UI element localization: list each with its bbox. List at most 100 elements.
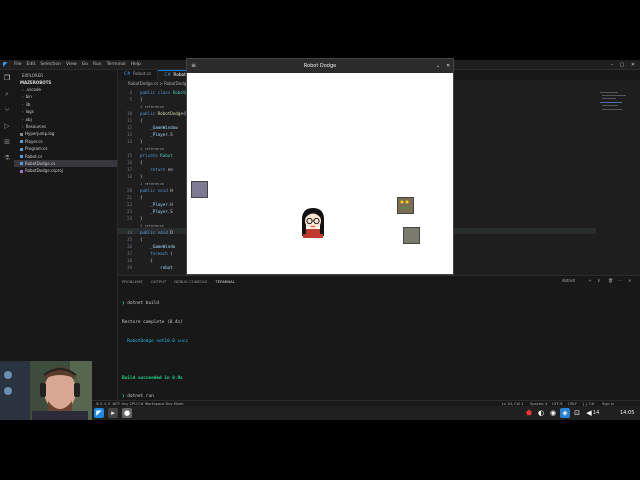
testing-icon[interactable]: ⚗ xyxy=(3,154,11,162)
codelens-reference[interactable]: 1 reference xyxy=(140,224,164,228)
code-token: { xyxy=(140,118,143,123)
breadcrumb[interactable]: RobotDodge.cs > RobotDodge xyxy=(118,80,189,88)
menu-file[interactable]: File xyxy=(14,62,22,67)
code-token: { xyxy=(140,258,153,263)
streamer-webcam-image xyxy=(0,361,92,420)
clock[interactable]: 14:05 xyxy=(620,406,634,420)
add-terminal-icon[interactable]: ＋ xyxy=(588,278,592,284)
tab-problems[interactable]: PROBLEMS xyxy=(122,279,143,284)
game-collapse-icon[interactable]: ⌄ xyxy=(436,59,440,73)
menu-selection[interactable]: Selection xyxy=(40,62,61,67)
search-icon[interactable]: ⌕ xyxy=(3,90,11,98)
game-close-icon[interactable]: ✕ xyxy=(446,59,450,73)
file-label: Program.cs xyxy=(25,146,48,152)
minimap-line xyxy=(600,92,618,93)
maximize-icon[interactable]: ▢ xyxy=(617,61,627,69)
minimap[interactable] xyxy=(596,88,640,275)
codelens-reference[interactable]: 1 reference xyxy=(140,105,164,109)
webcam-overlay xyxy=(0,361,92,420)
minimize-icon[interactable]: – xyxy=(607,61,617,69)
line-number: 18 xyxy=(126,174,132,179)
app-taskbar-icon[interactable]: ● xyxy=(122,408,132,418)
code-token: } xyxy=(140,139,143,144)
csproj-file-icon xyxy=(20,169,23,173)
tray-icon[interactable]: ◈ xyxy=(560,408,570,418)
code-token: .S xyxy=(167,209,173,214)
tab-robot[interactable]: C# Robot.cs xyxy=(118,70,159,80)
volume-level: 14 xyxy=(593,410,600,416)
tree-file[interactable]: Program.cs xyxy=(14,145,117,152)
file-icon xyxy=(20,132,23,136)
code-line: 35 { xyxy=(118,237,143,243)
tab-terminal[interactable]: TERMINAL xyxy=(215,279,234,284)
menu-view[interactable]: View xyxy=(66,62,77,67)
line-number: 34 xyxy=(126,230,132,235)
line-number: 23 xyxy=(126,209,132,214)
tree-folder[interactable]: bin xyxy=(14,93,117,100)
source-control-icon[interactable]: ⑂ xyxy=(3,106,11,114)
menu-help[interactable]: Help xyxy=(131,62,141,67)
vscode-taskbar-icon[interactable]: ◤ xyxy=(94,408,104,418)
tree-folder[interactable]: .vscode xyxy=(14,86,117,93)
tree-folder[interactable]: obj xyxy=(14,116,117,123)
line-number: 12 xyxy=(126,125,132,130)
code-token: public xyxy=(140,111,158,116)
extensions-icon[interactable]: ⊞ xyxy=(3,138,11,146)
game-window[interactable]: ≡ Robot Dodge ⌄ ✕ xyxy=(186,58,454,275)
tab-output[interactable]: OUTPUT xyxy=(151,279,166,284)
close-icon[interactable]: ✕ xyxy=(628,61,638,69)
tree-file-active[interactable]: RobotDodge.cs xyxy=(14,159,117,168)
code-line: 12 _GameWindow xyxy=(118,125,178,131)
close-panel-icon[interactable]: ✕ xyxy=(628,278,631,283)
minimap-line xyxy=(602,105,618,106)
workspace-root[interactable]: MAZEROBOTS xyxy=(14,79,117,86)
code-line: 11 { xyxy=(118,118,143,124)
tree-folder[interactable]: Resources xyxy=(14,123,117,130)
code-token: _Player xyxy=(140,202,168,207)
csharp-file-icon xyxy=(20,155,23,159)
shield-icon[interactable]: ⬟ xyxy=(524,408,534,418)
tree-file[interactable]: RobotDodge.csproj xyxy=(14,167,117,174)
terminal-taskbar-icon[interactable]: ▸ xyxy=(108,408,118,418)
menu-bar: File Edit Selection View Go Run Terminal… xyxy=(14,62,141,67)
tree-folder[interactable]: lib xyxy=(14,101,117,108)
tree-file[interactable]: Player.cs xyxy=(14,138,117,145)
trash-icon[interactable]: 🗑 xyxy=(608,278,613,283)
terminal-text: Build succeeded in 0.9s xyxy=(122,375,183,381)
line-number: 13 xyxy=(126,132,132,137)
code-line: 21 { xyxy=(118,195,143,201)
explorer-icon[interactable]: ❐ xyxy=(3,74,11,82)
tree-folder[interactable]: logs xyxy=(14,108,117,115)
menu-edit[interactable]: Edit xyxy=(27,62,36,67)
code-token: return xyxy=(140,167,168,172)
terminal-name[interactable]: dotnet xyxy=(562,278,575,283)
code-line: 1 reference xyxy=(118,223,164,229)
player-sprite xyxy=(301,208,325,238)
codelens-reference[interactable]: 1 reference xyxy=(140,147,164,151)
tray-icon[interactable]: ◐ xyxy=(536,408,546,418)
csharp-file-icon xyxy=(20,140,23,144)
more-icon[interactable]: ⋯ xyxy=(618,278,622,283)
tree-file[interactable]: Hyperjump.log xyxy=(14,130,117,137)
game-titlebar[interactable]: ≡ Robot Dodge ⌄ ✕ xyxy=(187,59,453,73)
robot-sprite xyxy=(403,227,420,244)
csharp-icon: C# xyxy=(164,73,172,78)
line-number: 10 xyxy=(126,111,132,116)
tree-file[interactable]: Robot.cs xyxy=(14,153,117,160)
csharp-file-icon xyxy=(20,147,23,151)
menu-go[interactable]: Go xyxy=(82,62,88,67)
code-line: 20 public void H xyxy=(118,188,173,194)
menu-run[interactable]: Run xyxy=(93,62,102,67)
tab-debug-console[interactable]: DEBUG CONSOLE xyxy=(174,279,207,284)
run-debug-icon[interactable]: ▷ xyxy=(3,122,11,130)
code-line: 34 public void D xyxy=(118,230,173,236)
code-token: H xyxy=(170,188,173,193)
tray-icon[interactable]: ⊡ xyxy=(572,408,582,418)
menu-terminal[interactable]: Terminal xyxy=(107,62,126,67)
tray-icon[interactable]: ◉ xyxy=(548,408,558,418)
split-terminal-icon[interactable]: ⫴ xyxy=(598,278,600,283)
code-line: 18} xyxy=(118,174,143,180)
codelens-reference[interactable]: 1 reference xyxy=(140,182,164,186)
tab-label: Robot.cs xyxy=(132,72,152,77)
code-token: { xyxy=(140,160,143,165)
